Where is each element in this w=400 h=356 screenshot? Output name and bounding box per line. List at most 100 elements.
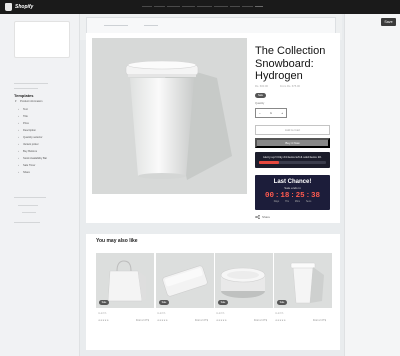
topbar-nav-item[interactable]: [197, 6, 212, 7]
sidebar-item-label: Sale Timer: [23, 164, 36, 167]
add-to-cart-button[interactable]: Add to Cart: [255, 125, 330, 135]
sidebar-muted-row: [18, 205, 38, 206]
card-price: From 2.47 $: [254, 319, 267, 322]
sidebar-item-buy-buttons[interactable]: › Buy Buttons: [18, 149, 37, 153]
save-button[interactable]: Save: [381, 18, 396, 26]
card-rating: ★★★★★: [98, 319, 109, 322]
product-card[interactable]: Sale: [156, 253, 214, 308]
timer-units: Days Hrs Mins Secs: [255, 200, 330, 203]
sidebar-item-quantity-selector[interactable]: › Quantity selector: [18, 135, 42, 139]
timer-subtitle: Sale ends in: [284, 186, 301, 190]
card-sale-badge: Sale: [159, 300, 169, 305]
left-sidebar: [0, 14, 80, 356]
card-rating: ★★★★★: [216, 319, 227, 322]
card-sale-badge: Sale: [99, 300, 109, 305]
sidebar-item-description[interactable]: › Description: [18, 128, 36, 132]
timer-separator: :: [291, 192, 294, 199]
sidebar-item-price[interactable]: › Price: [18, 121, 29, 125]
sidebar-muted-row: [14, 88, 38, 89]
sidebar-item-label: Price: [23, 122, 29, 125]
right-settings-panel: [344, 14, 400, 356]
sidebar-muted-row: [14, 197, 46, 198]
card-rating: ★★★★★: [157, 319, 168, 322]
sidebar-item-sale-timer[interactable]: › Sale Timer: [18, 163, 35, 167]
topbar-nav-item[interactable]: [154, 6, 165, 7]
topbar-nav-item[interactable]: [214, 6, 228, 7]
timer-seconds: 38: [311, 192, 321, 200]
sidebar-item-text[interactable]: › Text: [18, 107, 28, 111]
quantity-label: Quantity: [255, 102, 265, 105]
sale-badge: Sale: [255, 93, 266, 98]
card-title[interactable]: ALEXIS: [98, 312, 106, 315]
card-title[interactable]: ALEXIS: [275, 312, 283, 315]
share-link[interactable]: Share: [255, 215, 270, 219]
timer-title: Last Chance!: [273, 179, 312, 185]
preview-nav-item[interactable]: [144, 25, 158, 26]
sidebar-item-label: Product information: [20, 100, 43, 103]
sidebar-item-label: Description: [23, 129, 36, 132]
sidebar-item-stock-bar[interactable]: › Stock Availability Bar: [18, 156, 47, 160]
quantity-stepper: − 1 +: [255, 108, 287, 118]
templates-heading: Templates: [14, 93, 34, 98]
timer-separator: :: [275, 192, 279, 199]
share-label: Share: [262, 215, 271, 219]
sidebar-item-label: Stock Availability Bar: [23, 157, 48, 160]
admin-topbar: Shopify: [0, 0, 400, 14]
topbar-nav: [142, 6, 263, 7]
timer-unit-minutes: Mins: [294, 200, 300, 203]
coffee-cup-illustration: [125, 60, 232, 180]
sidebar-item-variant-picker[interactable]: › Variant picker: [18, 142, 39, 146]
sidebar-item-product-information[interactable]: ▾ Product information: [15, 99, 43, 103]
product-price: Rs. 600.00: [255, 85, 268, 88]
template-preview-card[interactable]: [14, 21, 70, 58]
card-price: From 2.47 $: [195, 319, 208, 322]
card-price: From 2.47 $: [313, 319, 326, 322]
card-sale-badge: Sale: [218, 300, 228, 305]
product-image[interactable]: [92, 38, 247, 194]
sidebar-item-label: Text: [23, 108, 28, 111]
product-card[interactable]: Sale: [215, 253, 273, 308]
card-title[interactable]: ALEXIS: [157, 312, 165, 315]
card-title[interactable]: ALEXIS: [216, 312, 224, 315]
product-card[interactable]: Sale: [96, 253, 154, 308]
topbar-nav-item[interactable]: [255, 6, 263, 7]
minus-icon[interactable]: −: [259, 111, 261, 115]
card-sale-badge: Sale: [277, 300, 287, 305]
topbar-nav-item[interactable]: [182, 6, 195, 7]
sidebar-item-label: Quantity selector: [23, 136, 43, 139]
buy-now-button[interactable]: Buy it Now: [255, 138, 330, 148]
stock-message: Hurry up! Only 24 items left & sold item…: [263, 155, 322, 159]
sidebar-muted-row: [22, 212, 36, 213]
product-title: The Collection Snowboard: Hydrogen: [255, 45, 326, 82]
timer-separator: :: [306, 192, 310, 199]
brand-name: Shopify: [15, 4, 34, 10]
topbar-nav-item[interactable]: [242, 6, 253, 7]
topbar-nav-item[interactable]: [142, 6, 152, 7]
sidebar-item-label: Title: [23, 115, 28, 118]
product-card[interactable]: Sale: [274, 253, 332, 308]
timer-unit-days: Days: [273, 200, 280, 203]
card-rating: ★★★★★: [275, 319, 286, 322]
sidebar-item-label: Variant picker: [23, 143, 39, 146]
sale-timer: Last Chance! Sale ends in 00 : 18 : 25 :…: [255, 175, 330, 210]
plus-icon[interactable]: +: [281, 111, 283, 115]
share-icon: [255, 215, 260, 219]
quantity-value[interactable]: 1: [270, 111, 272, 115]
preview-nav-item[interactable]: [104, 25, 128, 26]
timer-unit-hours: Hrs: [285, 200, 289, 203]
timer-unit-seconds: Secs: [305, 200, 312, 203]
product-info: The Collection Snowboard: Hydrogen Rs. 6…: [255, 45, 340, 219]
stock-availability-bar: Hurry up! Only 24 items left & sold item…: [255, 152, 330, 168]
timer-digits: 00 : 18 : 25 : 38: [255, 192, 330, 200]
timer-hours: 18: [280, 192, 290, 200]
sidebar-item-title[interactable]: › Title: [18, 114, 28, 118]
timer-minutes: 25: [295, 192, 305, 200]
recommendations-title: You may also like: [96, 238, 138, 244]
stock-progress-fill: [259, 161, 280, 164]
compare-price: From Rs. 675.00: [280, 85, 301, 88]
timer-days: 00: [264, 192, 274, 200]
topbar-nav-item[interactable]: [167, 6, 180, 7]
sidebar-item-share[interactable]: › Share: [18, 170, 30, 174]
topbar-nav-item[interactable]: [230, 6, 240, 7]
sidebar-item-label: Share: [23, 171, 30, 174]
